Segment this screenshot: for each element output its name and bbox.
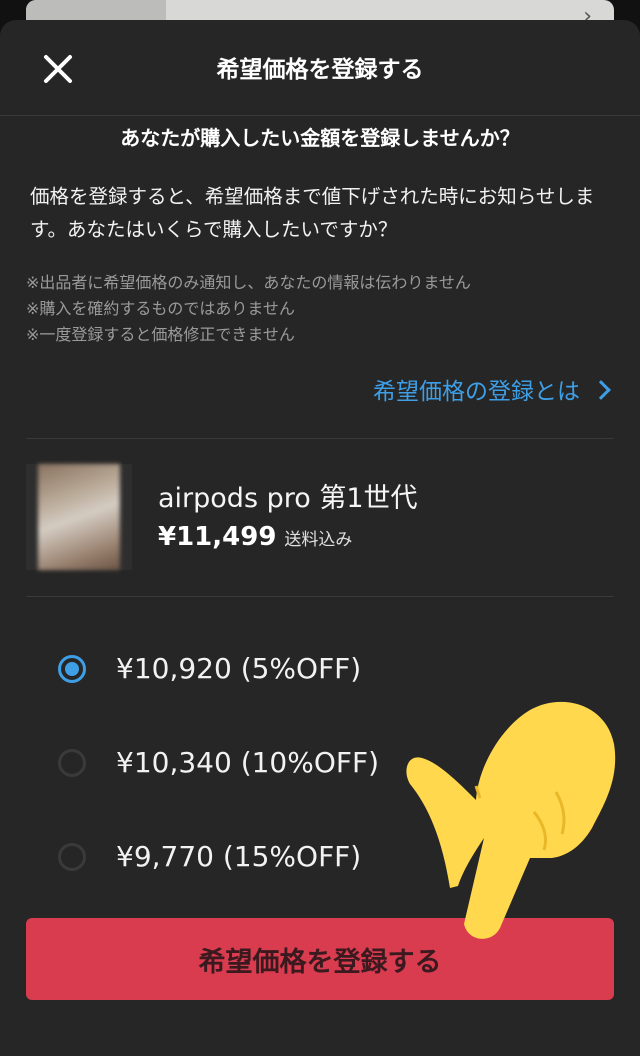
product-price: ¥11,499: [158, 522, 277, 552]
product-name: airpods pro 第1世代: [158, 483, 418, 514]
price-option-10[interactable]: ¥10,340 (10%OFF): [58, 746, 379, 779]
note-item: ※一度登録すると価格修正できません: [26, 325, 295, 344]
option-label: ¥10,920 (5%OFF): [116, 652, 362, 685]
divider: [26, 596, 614, 597]
about-link[interactable]: 希望価格の登録とは: [373, 372, 611, 406]
chevron-right-icon: [591, 380, 611, 400]
product-image: [38, 464, 120, 570]
divider: [26, 438, 614, 439]
shipping-label: 送料込み: [284, 530, 353, 550]
product-price-row: ¥11,499 送料込み: [158, 522, 352, 552]
price-option-15[interactable]: ¥9,770 (15%OFF): [58, 840, 361, 873]
sheet-header: 希望価格を登録する: [0, 20, 640, 116]
note-item: ※出品者に希望価格のみ通知し、あなたの情報は伝わりません: [26, 273, 471, 292]
option-label: ¥9,770 (15%OFF): [116, 840, 362, 873]
product-thumbnail: [26, 464, 132, 570]
price-register-sheet: 希望価格を登録する あなたが購入したい金額を登録しませんか？ 価格を登録すると、…: [0, 20, 640, 1056]
radio-selected-icon[interactable]: [58, 654, 86, 683]
option-label: ¥10,340 (10%OFF): [116, 746, 380, 779]
about-link-label: 希望価格の登録とは: [373, 379, 580, 405]
pointing-hand-icon: [406, 701, 616, 939]
price-option-5[interactable]: ¥10,920 (5%OFF): [58, 652, 361, 685]
radio-icon[interactable]: [58, 842, 86, 871]
lead-text: あなたが購入したい金額を登録しませんか？: [120, 126, 520, 150]
description-text: 価格を登録すると、希望価格まで値下げされた時にお知らせします。あなたはいくらで購…: [30, 185, 595, 241]
note-item: ※購入を確約するものではありません: [26, 299, 295, 318]
page-title: 希望価格を登録する: [216, 57, 424, 83]
radio-icon[interactable]: [58, 748, 86, 777]
notes-list: ※出品者に希望価格のみ通知し、あなたの情報は伝わりません ※購入を確約するもので…: [26, 270, 471, 348]
